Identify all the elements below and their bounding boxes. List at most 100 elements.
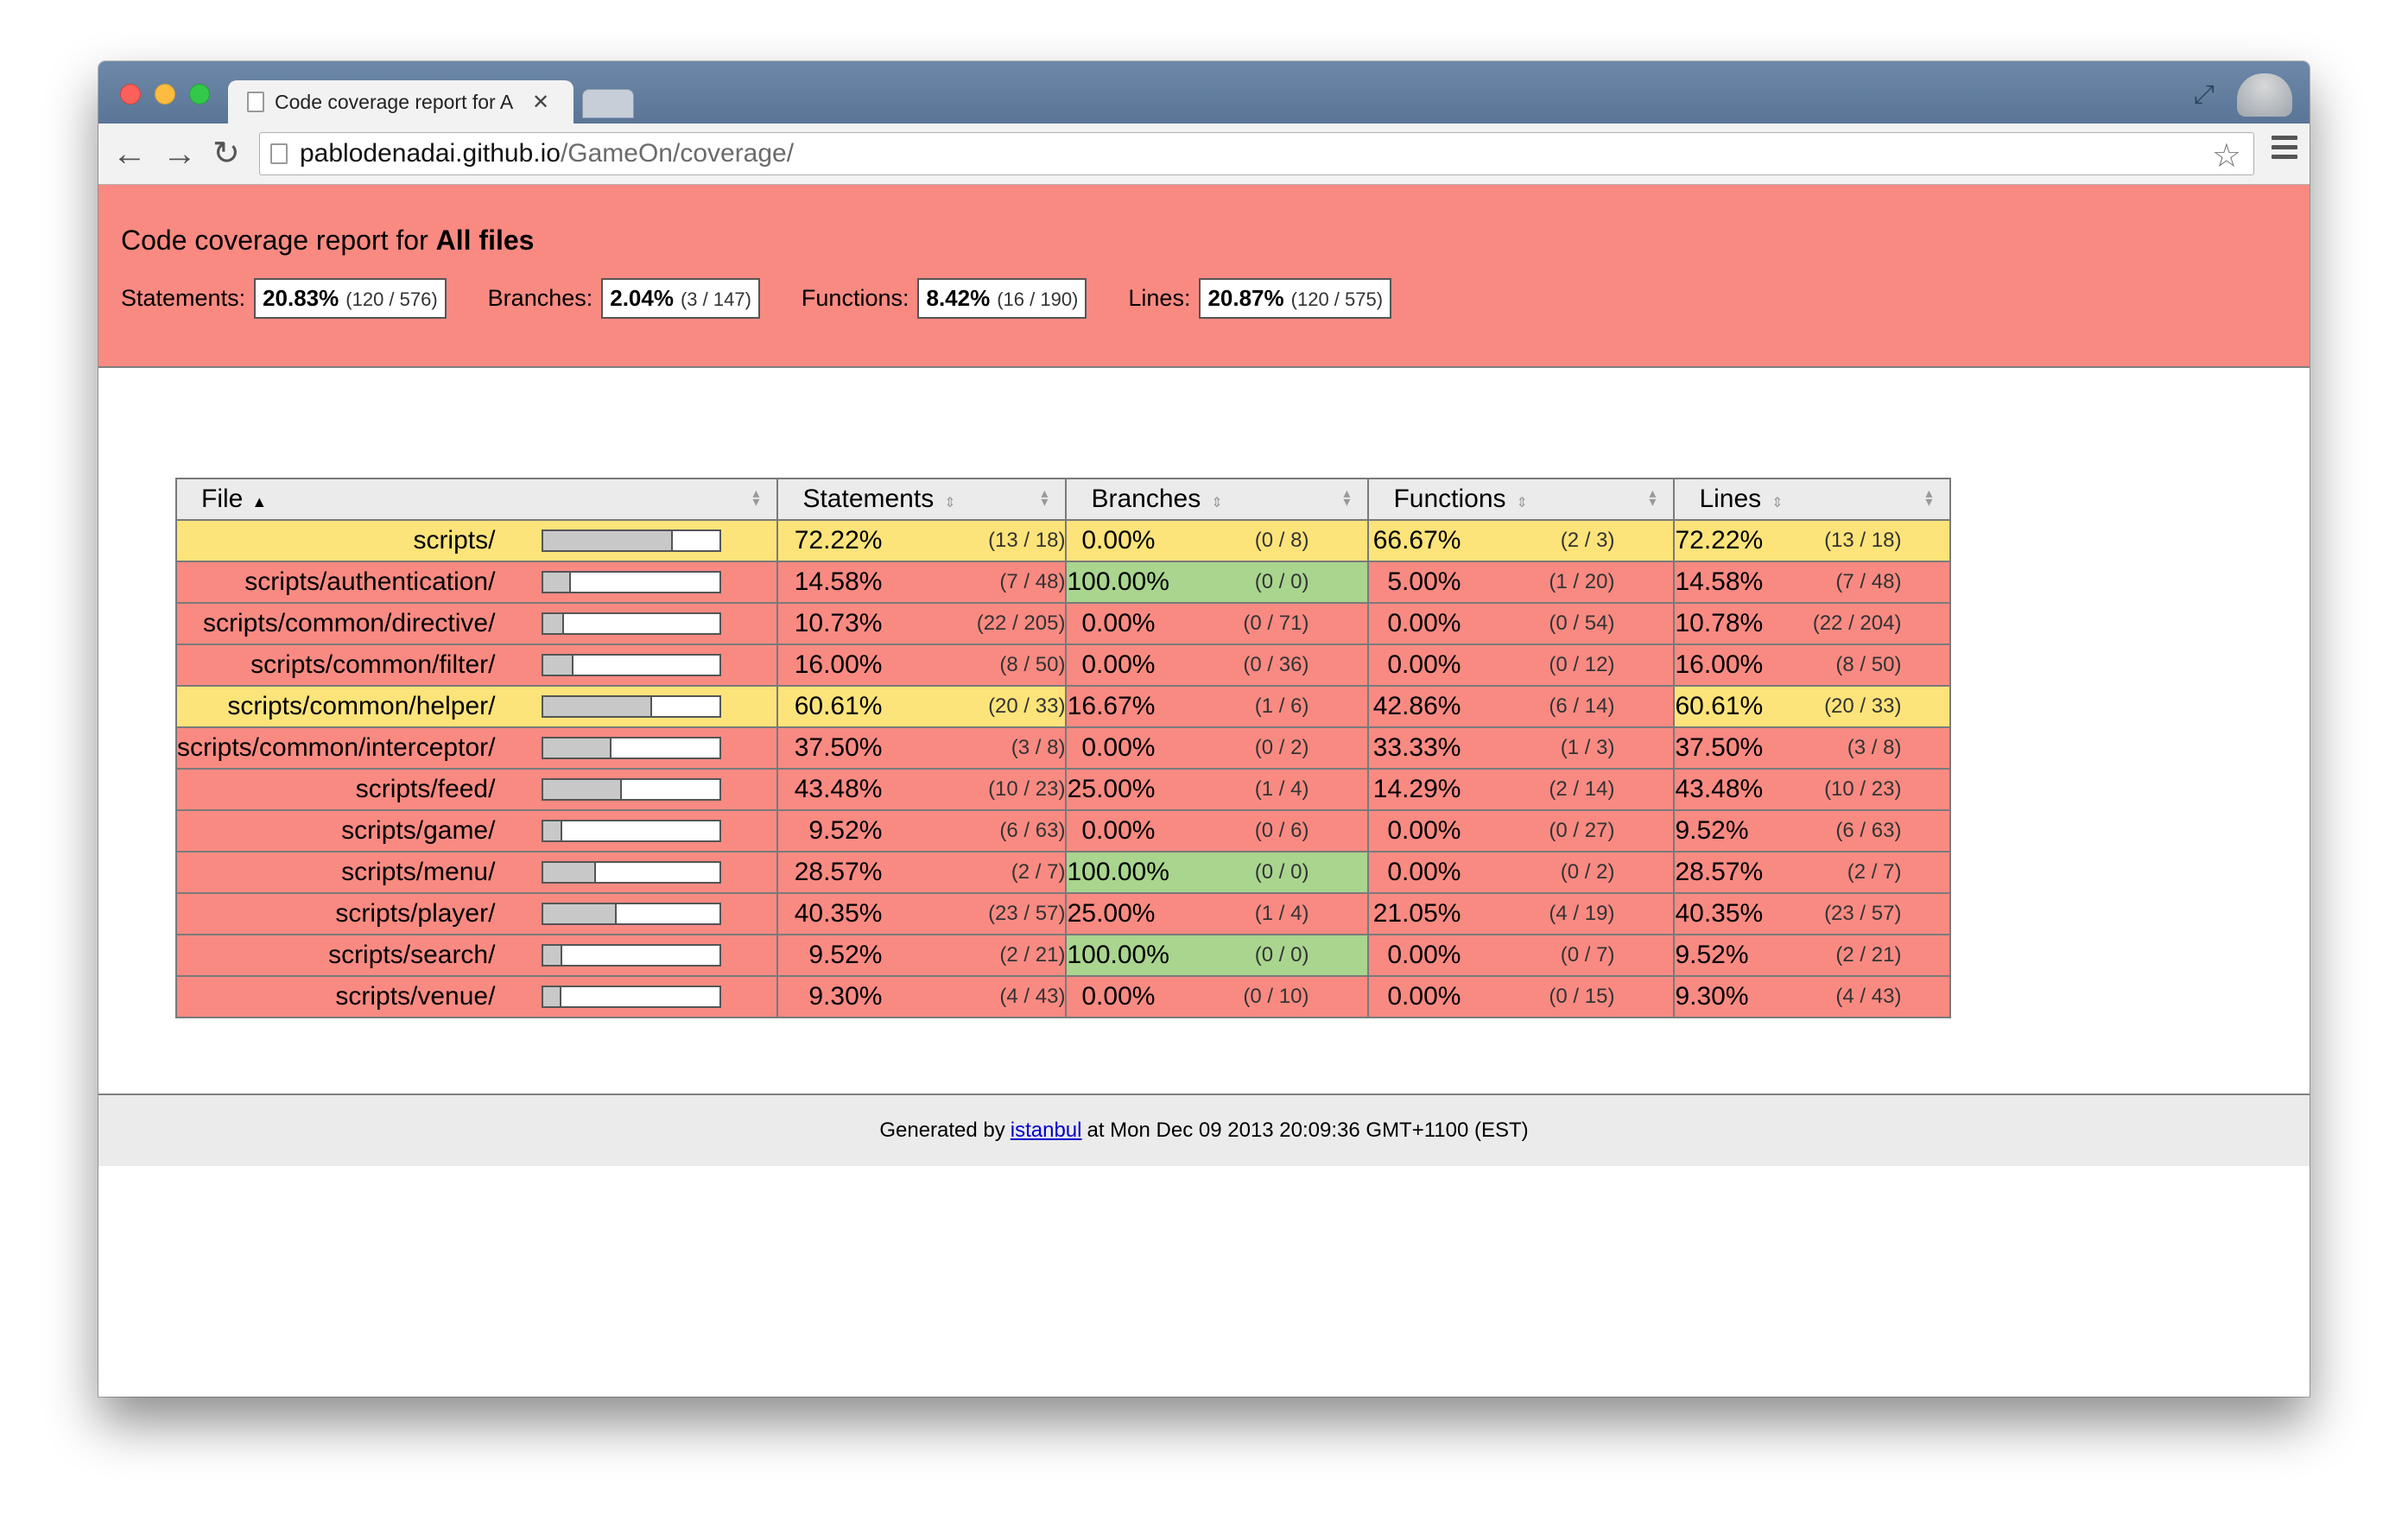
table-row: scripts/common/filter/16.00% (8 / 50) 0.00… (174, 643, 1952, 687)
sort-icon: ⇕ (944, 496, 956, 510)
functions-pct: 66.67% (1372, 526, 1461, 555)
coverage-bar (542, 529, 722, 552)
functions-fraction: (1 / 20) (1549, 570, 1615, 593)
reload-icon[interactable]: ↻ (212, 132, 240, 175)
lines-pct: 16.00% (1675, 650, 1764, 679)
file-link[interactable]: scripts/authentication/ (244, 567, 542, 597)
functions-fraction: (2 / 14) (1549, 777, 1615, 801)
zoom-window-button[interactable] (189, 84, 210, 105)
file-cell[interactable]: scripts/player/ (174, 892, 779, 935)
footer: Generated by istanbul at Mon Dec 09 2013… (98, 1093, 2310, 1166)
file-cell[interactable]: scripts/search/ (174, 934, 779, 977)
functions-pct: 42.86% (1372, 692, 1461, 720)
sort-icon: ⇕ (1516, 496, 1528, 510)
coverage-bar (542, 820, 722, 842)
page-icon (247, 92, 264, 112)
functions-column-header[interactable]: Functions ⇕ ▴ ▾ (1367, 478, 1676, 521)
branches-fraction: (0 / 0) (1254, 860, 1309, 884)
file-link[interactable]: scripts/ (413, 526, 542, 555)
lines-fraction: (23 / 57) (1824, 902, 1902, 925)
file-cell[interactable]: scripts/authentication/ (174, 561, 779, 604)
lines-column-header[interactable]: Lines ⇕ ▴ ▾ (1673, 478, 1952, 521)
statements-pct: 28.57% (794, 858, 883, 886)
file-cell[interactable]: scripts/common/directive/ (174, 602, 779, 645)
file-cell[interactable]: scripts/ (174, 519, 779, 562)
sort-asc-icon: ▲ (251, 493, 268, 510)
summary-item: Branches: 2.04% (3 / 147) (488, 278, 760, 319)
coverage-bar (542, 654, 722, 676)
statements-pct: 72.22% (794, 526, 883, 555)
summary-fraction: (3 / 147) (680, 288, 751, 310)
file-link[interactable]: scripts/player/ (335, 899, 542, 929)
functions-fraction: (0 / 7) (1560, 943, 1615, 967)
file-cell[interactable]: scripts/feed/ (174, 768, 779, 811)
file-link[interactable]: scripts/game/ (341, 816, 542, 846)
branches-pct: 0.00% (1081, 526, 1156, 555)
branches-cell: 0.00% (0 / 71) (1065, 602, 1370, 645)
file-link[interactable]: scripts/common/interceptor/ (177, 733, 542, 763)
lines-fraction: (4 / 43) (1835, 985, 1902, 1008)
file-link[interactable]: scripts/common/directive/ (203, 609, 542, 638)
fullscreen-icon[interactable]: ⤢ (2194, 80, 2215, 110)
file-link[interactable]: scripts/venue/ (335, 982, 542, 1011)
minimize-window-button[interactable] (155, 84, 175, 105)
file-link[interactable]: scripts/feed/ (356, 775, 542, 804)
statements-cell: 72.22% (13 / 18) (776, 519, 1068, 562)
lines-fraction: (10 / 23) (1824, 777, 1902, 801)
summary-pct: 2.04% (610, 285, 674, 311)
statements-pct: 60.61% (794, 692, 883, 720)
file-link[interactable]: scripts/search/ (328, 941, 542, 970)
lines-pct: 9.30% (1675, 982, 1749, 1011)
statements-cell: 9.30% (4 / 43) (776, 975, 1068, 1018)
branches-fraction: (0 / 0) (1254, 943, 1309, 967)
new-tab-button[interactable] (582, 89, 634, 118)
file-cell[interactable]: scripts/common/interceptor/ (174, 726, 779, 770)
functions-fraction: (4 / 19) (1549, 902, 1615, 925)
statements-cell: 14.58% (7 / 48) (776, 561, 1068, 604)
lines-fraction: (2 / 7) (1847, 860, 1902, 884)
branches-column-header[interactable]: Branches ⇕ ▴ ▾ (1065, 478, 1370, 521)
statements-fraction: (10 / 23) (988, 777, 1066, 801)
menu-icon[interactable] (2272, 136, 2297, 164)
statements-cell: 9.52% (2 / 21) (776, 934, 1068, 977)
forward-arrow-icon[interactable]: → (162, 132, 197, 175)
url-text[interactable]: pablodenadai.github.io/GameOn/coverage/ (300, 139, 794, 168)
file-cell[interactable]: scripts/common/helper/ (174, 685, 779, 728)
bookmark-star-icon[interactable]: ☆ (2212, 136, 2241, 175)
file-cell[interactable]: scripts/menu/ (174, 851, 779, 894)
close-window-button[interactable] (120, 84, 141, 105)
branches-pct: 25.00% (1067, 775, 1156, 803)
istanbul-link[interactable]: istanbul (1011, 1119, 1082, 1143)
table-row: scripts/search/9.52% (2 / 21) 100.00% (0 / … (174, 934, 1952, 977)
coverage-bar (542, 861, 722, 884)
lines-cell: 9.30% (4 / 43) (1673, 975, 1952, 1018)
file-link[interactable]: scripts/common/helper/ (227, 692, 542, 721)
file-link[interactable]: scripts/common/filter/ (250, 650, 542, 680)
file-column-header[interactable]: File ▲ ▴ ▾ (174, 478, 779, 521)
back-arrow-icon[interactable]: ← (112, 132, 147, 175)
sort-icon: ▴ ▾ (752, 486, 760, 510)
branches-fraction: (0 / 2) (1254, 736, 1309, 759)
functions-pct: 5.00% (1387, 567, 1461, 596)
file-link[interactable]: scripts/menu/ (341, 858, 542, 887)
functions-fraction: (0 / 15) (1549, 985, 1615, 1008)
functions-cell: 0.00% (0 / 15) (1367, 975, 1676, 1018)
lines-cell: 28.57% (2 / 7) (1673, 851, 1952, 894)
statements-fraction: (13 / 18) (988, 529, 1066, 552)
close-tab-icon[interactable]: ✕ (532, 90, 549, 115)
statements-cell: 9.52% (6 / 63) (776, 809, 1068, 853)
functions-cell: 0.00% (0 / 12) (1367, 643, 1676, 687)
file-cell[interactable]: scripts/venue/ (174, 975, 779, 1018)
browser-toolbar: ← → ↻ pablodenadai.github.io/GameOn/cove… (98, 124, 2310, 185)
functions-pct: 0.00% (1387, 941, 1461, 969)
statements-fraction: (8 / 50) (999, 653, 1066, 676)
file-cell[interactable]: scripts/common/filter/ (174, 643, 779, 687)
statements-pct: 14.58% (794, 567, 883, 596)
statements-column-header[interactable]: Statements ⇕ ▴ ▾ (776, 478, 1068, 521)
branches-cell: 0.00% (0 / 6) (1065, 809, 1370, 853)
lines-cell: 9.52% (2 / 21) (1673, 934, 1952, 977)
tab-active[interactable]: Code coverage report for A ✕ (228, 80, 573, 124)
file-cell[interactable]: scripts/game/ (174, 809, 779, 853)
address-bar[interactable]: pablodenadai.github.io/GameOn/coverage/ … (259, 132, 2254, 175)
branches-pct: 0.00% (1081, 650, 1156, 679)
